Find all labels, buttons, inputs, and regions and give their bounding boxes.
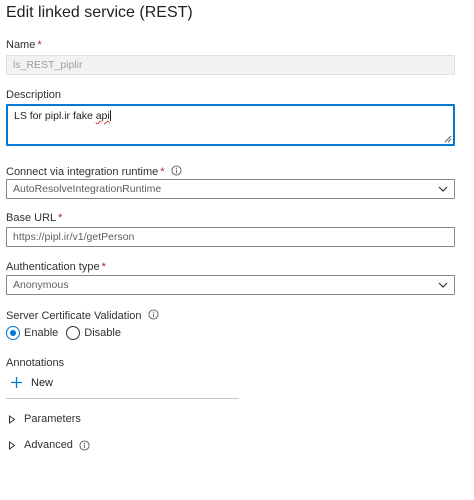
radio-disable-label: Disable: [84, 327, 121, 339]
name-value: ls_REST_piplir: [13, 59, 83, 71]
authentication-type-value: Anonymous: [13, 279, 69, 291]
name-label: Name *: [6, 39, 42, 51]
new-annotation-button[interactable]: New: [10, 376, 53, 389]
authentication-type-label: Authentication type *: [6, 261, 106, 273]
required-mark: *: [160, 166, 165, 178]
advanced-expander[interactable]: Advanced: [8, 439, 90, 451]
new-annotation-label: New: [31, 376, 54, 389]
cert-validation-label: Server Certificate Validation: [6, 309, 159, 322]
annotations-label: Annotations: [6, 357, 65, 369]
parameters-expander[interactable]: Parameters: [8, 413, 81, 425]
description-textarea[interactable]: LS for pipl.ir fake api: [6, 104, 455, 146]
chevron-down-icon: [438, 186, 448, 192]
advanced-label: Advanced: [24, 439, 73, 451]
cert-validation-radio-group: Enable Disable: [6, 326, 129, 340]
description-label: Description: [6, 89, 62, 101]
integration-runtime-dropdown[interactable]: AutoResolveIntegrationRuntime: [6, 179, 455, 199]
description-misspelled-word: api: [95, 110, 110, 122]
required-mark: *: [58, 212, 63, 224]
panel-title: Edit linked service (REST): [6, 4, 193, 21]
base-url-value: https://pipl.ir/v1/getPerson: [13, 231, 135, 243]
radio-enable-label: Enable: [24, 327, 59, 339]
required-mark: *: [101, 261, 106, 273]
info-icon[interactable]: [170, 165, 182, 176]
integration-runtime-value: AutoResolveIntegrationRuntime: [13, 183, 162, 195]
parameters-label: Parameters: [24, 413, 81, 425]
authentication-type-dropdown[interactable]: Anonymous: [6, 275, 455, 295]
text-caret: [109, 110, 111, 121]
radio-enable[interactable]: Enable: [6, 326, 58, 340]
description-text: LS for pipl.ir fake: [14, 110, 96, 122]
plus-icon: [11, 377, 22, 388]
chevron-down-icon: [438, 282, 448, 288]
divider: [6, 398, 239, 399]
caret-right-icon: [9, 440, 16, 450]
radio-disable-circle[interactable]: [66, 326, 81, 340]
info-icon[interactable]: [79, 439, 90, 451]
info-icon[interactable]: [147, 309, 159, 320]
caret-right-icon: [9, 414, 16, 424]
integration-runtime-label: Connect via integration runtime *: [6, 165, 182, 178]
required-mark: *: [37, 39, 42, 51]
name-input[interactable]: ls_REST_piplir: [6, 55, 455, 75]
radio-enable-circle[interactable]: [6, 326, 20, 340]
base-url-label: Base URL *: [6, 212, 63, 224]
base-url-input[interactable]: https://pipl.ir/v1/getPerson: [6, 227, 455, 247]
resize-grip-icon[interactable]: [444, 135, 452, 143]
radio-disable[interactable]: Disable: [66, 326, 121, 340]
